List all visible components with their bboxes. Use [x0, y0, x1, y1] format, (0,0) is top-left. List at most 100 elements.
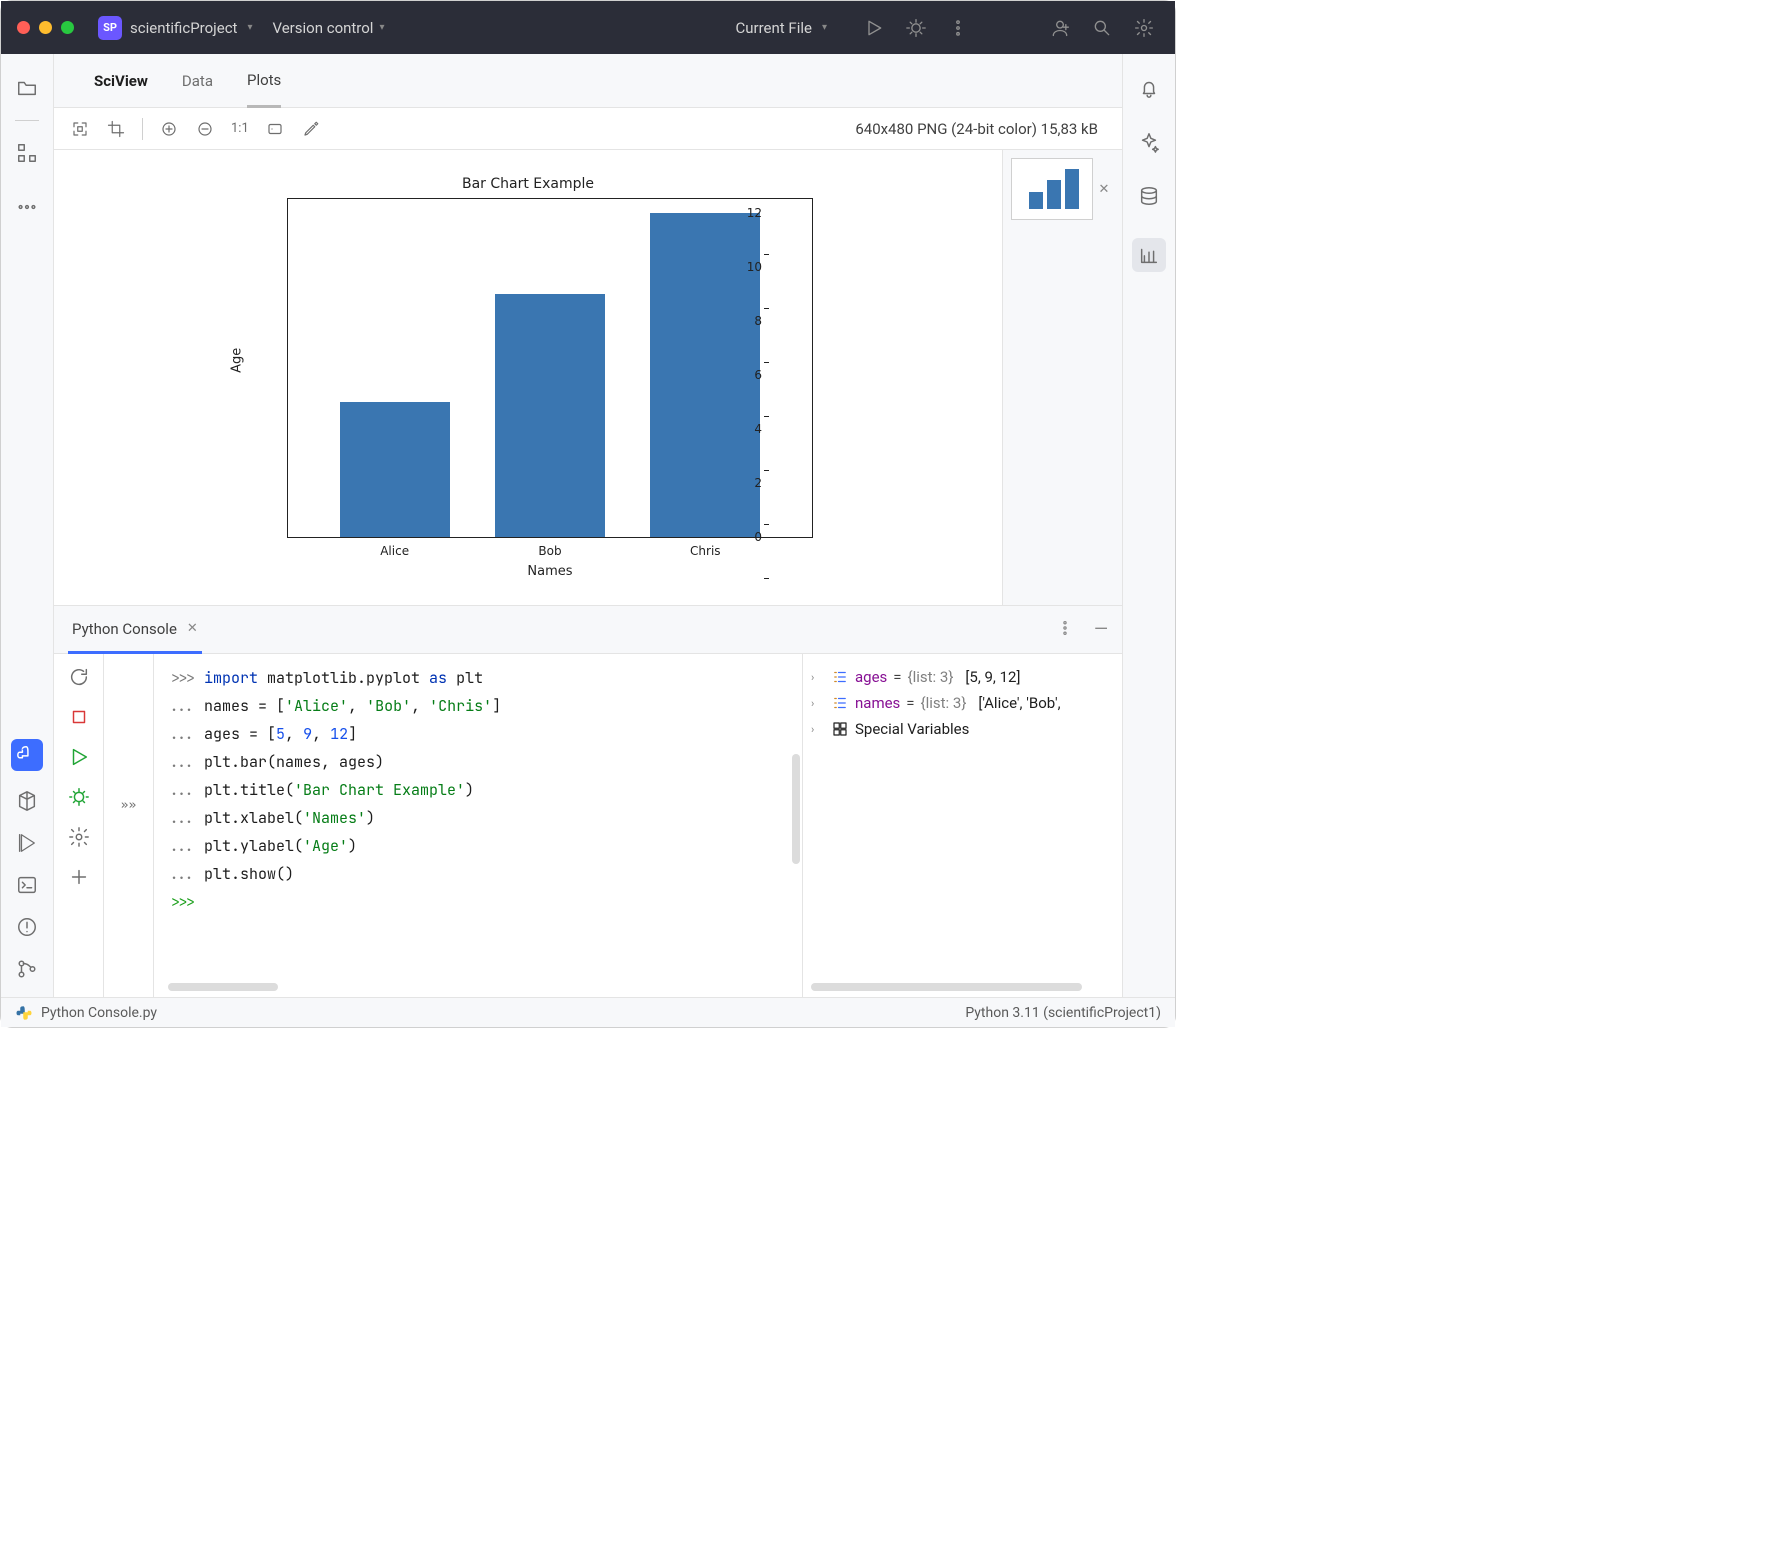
chart-y-tick: 0 [754, 530, 762, 544]
prompt-icon[interactable]: »» [121, 798, 137, 813]
settings-icon[interactable] [68, 826, 90, 848]
console-panel: Python Console ✕ — [54, 605, 1122, 997]
chart-bar [495, 294, 605, 537]
status-bar: Python Console.py Python 3.11 (scientifi… [1, 997, 1175, 1027]
chart-y-tick: 4 [754, 422, 762, 436]
chart-y-tick: 10 [747, 260, 762, 274]
group-icon [831, 720, 849, 738]
more-icon[interactable] [943, 13, 973, 43]
problems-icon[interactable] [15, 915, 39, 939]
console-output[interactable]: >>> import matplotlib.pyplot as plt ... … [154, 654, 802, 997]
packages-icon[interactable] [15, 789, 39, 813]
more-icon[interactable] [1056, 619, 1074, 641]
stop-icon[interactable] [68, 706, 90, 728]
project-badge: SP [98, 16, 122, 40]
rerun-icon[interactable] [68, 666, 90, 688]
variable-row[interactable]: › names = {list: 3} ['Alice', 'Bob', [811, 690, 1114, 716]
window-maximize[interactable] [61, 21, 74, 34]
tab-plots[interactable]: Plots [247, 55, 281, 108]
code-with-me-icon[interactable] [1045, 13, 1075, 43]
chart-title: Bar Chart Example [243, 176, 813, 192]
tab-sciview[interactable]: SciView [94, 54, 148, 107]
vcs-menu[interactable]: Version control [273, 19, 374, 37]
left-tool-rail [1, 54, 54, 997]
console-second-gutter: »» [104, 654, 154, 997]
chart-y-tick: 6 [754, 368, 762, 382]
console-tab-bar: Python Console ✕ — [54, 606, 1122, 654]
console-left-gutter [54, 654, 104, 997]
status-interpreter[interactable]: Python 3.11 (scientificProject1) [965, 1005, 1161, 1021]
plot-toolbar: 1:1 640x480 PNG (24-bit color) 15,83 kB [54, 108, 1122, 150]
zoom-out-icon[interactable] [195, 119, 215, 139]
chart-y-tick: 8 [754, 314, 762, 328]
list-var-icon [831, 694, 849, 712]
debug-icon[interactable] [901, 13, 931, 43]
chevron-right-icon[interactable]: › [811, 697, 825, 710]
tab-python-console[interactable]: Python Console ✕ [68, 607, 202, 654]
color-picker-icon[interactable] [301, 119, 321, 139]
close-icon[interactable]: ✕ [1099, 182, 1110, 197]
run-icon[interactable] [859, 13, 889, 43]
right-tool-rail [1122, 54, 1175, 997]
terminal-icon[interactable] [15, 873, 39, 897]
window-minimize[interactable] [39, 21, 52, 34]
run-config-label[interactable]: Current File [736, 19, 812, 37]
list-var-icon [831, 668, 849, 686]
chevron-right-icon[interactable]: › [811, 671, 825, 684]
debug-icon[interactable] [68, 786, 90, 808]
variable-row[interactable]: › ages = {list: 3} [5, 9, 12] [811, 664, 1114, 690]
settings-icon[interactable] [1129, 13, 1159, 43]
chart-bar [650, 213, 760, 537]
special-variables-row[interactable]: › Special Variables [811, 716, 1114, 742]
chart-xlabel: Names [287, 564, 813, 579]
chevron-down-icon[interactable]: ▾ [822, 22, 827, 33]
python-console-icon[interactable] [11, 739, 43, 771]
python-icon [15, 1004, 33, 1022]
chart-bar [340, 402, 450, 537]
chart-y-tick: 2 [754, 476, 762, 490]
plot-chart: Bar Chart Example Age 024681012 AliceBob… [243, 176, 813, 579]
ai-assistant-icon[interactable] [1137, 130, 1161, 154]
vcs-icon[interactable] [15, 957, 39, 981]
variables-panel: › ages = {list: 3} [5, 9, 12] › names = [802, 654, 1122, 997]
chevron-down-icon[interactable]: ▾ [247, 22, 252, 33]
database-icon[interactable] [1137, 184, 1161, 208]
horizontal-scrollbar[interactable] [168, 983, 278, 991]
fit-icon[interactable] [70, 119, 90, 139]
chevron-right-icon[interactable]: › [811, 723, 825, 736]
services-icon[interactable] [15, 831, 39, 855]
window-controls [17, 21, 74, 34]
title-bar: SP scientificProject ▾ Version control ▾… [1, 1, 1175, 54]
chart-x-tick: Bob [495, 544, 605, 558]
status-file[interactable]: Python Console.py [41, 1005, 157, 1021]
actual-size-icon[interactable] [265, 119, 285, 139]
notifications-icon[interactable] [1137, 76, 1161, 100]
prompt-ready: >>> [168, 892, 204, 912]
plot-metadata: 640x480 PNG (24-bit color) 15,83 kB [855, 120, 1098, 138]
tab-data[interactable]: Data [182, 54, 213, 107]
sciview-tab-bar: SciView Data Plots [54, 54, 1122, 108]
crop-icon[interactable] [106, 119, 126, 139]
search-icon[interactable] [1087, 13, 1117, 43]
zoom-ratio-button[interactable]: 1:1 [231, 121, 249, 136]
plot-thumbnails: ✕ [1002, 150, 1122, 605]
chart-ylabel: Age [230, 347, 245, 372]
project-icon[interactable] [15, 76, 39, 100]
vertical-scrollbar[interactable] [792, 754, 800, 864]
window-close[interactable] [17, 21, 30, 34]
minimize-icon[interactable]: — [1094, 619, 1108, 640]
plot-thumbnail[interactable]: ✕ [1011, 158, 1115, 220]
zoom-in-icon[interactable] [159, 119, 179, 139]
chart-y-tick: 12 [747, 206, 762, 220]
new-console-icon[interactable] [68, 866, 90, 888]
prompt: >>> [168, 668, 204, 688]
chevron-down-icon[interactable]: ▾ [379, 22, 384, 33]
more-tools-icon[interactable] [15, 195, 39, 219]
run-icon[interactable] [68, 746, 90, 768]
horizontal-scrollbar[interactable] [811, 983, 1082, 991]
structure-icon[interactable] [15, 141, 39, 165]
sciview-icon[interactable] [1132, 238, 1166, 272]
plot-pane: Bar Chart Example Age 024681012 AliceBob… [54, 150, 1122, 605]
close-icon[interactable]: ✕ [187, 621, 198, 636]
project-name[interactable]: scientificProject [130, 19, 237, 37]
